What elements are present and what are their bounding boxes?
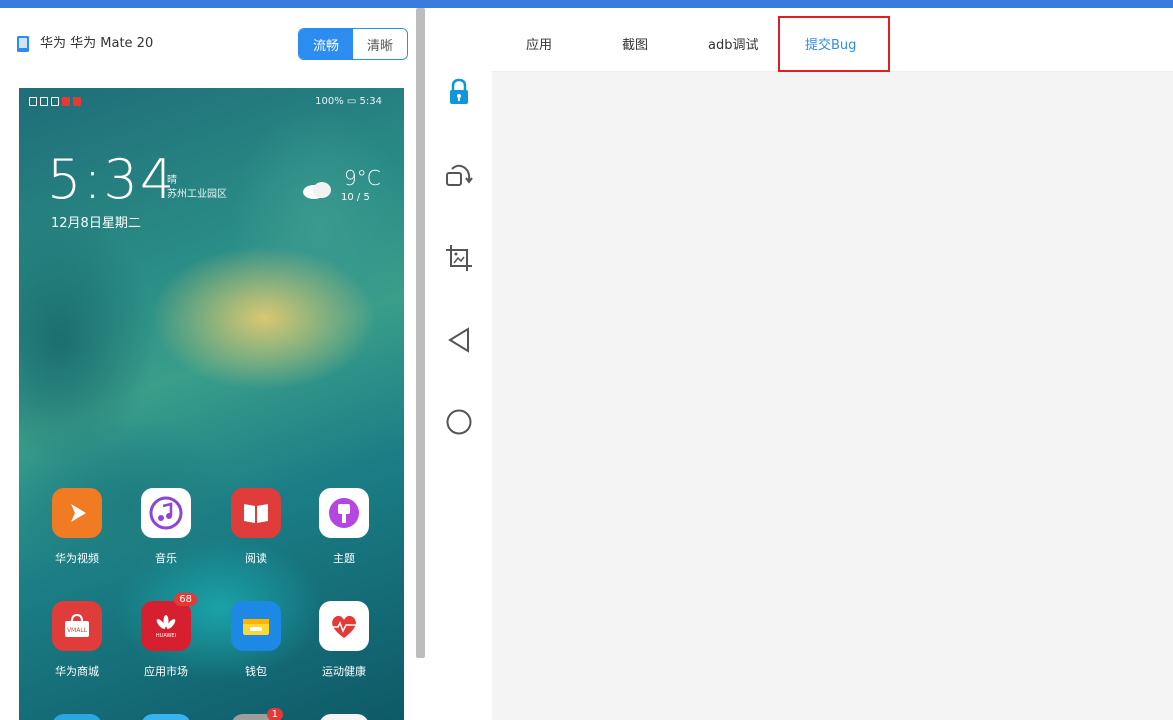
tab-adb-debug[interactable]: adb调试 xyxy=(708,34,758,53)
highlight-box xyxy=(778,16,890,72)
app-vmall[interactable]: VMALL 华为商城 xyxy=(47,601,107,681)
app-notify-icon xyxy=(73,97,81,106)
vmall-icon: VMALL xyxy=(52,601,102,651)
phone-status-bar: 100% ▭ 5:34 xyxy=(19,88,404,114)
cloud-icon xyxy=(303,182,331,199)
screenshot-crop-icon xyxy=(446,245,472,271)
app-health[interactable]: 运动健康 xyxy=(314,601,374,681)
tab-screenshot[interactable]: 截图 xyxy=(622,34,648,53)
app-label: 主题 xyxy=(333,552,355,565)
app-notify-icon xyxy=(62,97,70,106)
quality-toggle[interactable]: 流畅 清晰 xyxy=(298,28,408,60)
screenshot-button[interactable] xyxy=(443,242,475,274)
app-huawei-video[interactable]: 华为视频 xyxy=(47,488,107,568)
music-icon xyxy=(141,488,191,538)
clock-location: 晴 苏州工业园区 xyxy=(167,174,227,202)
health-heart-icon xyxy=(319,601,369,651)
notification-icon xyxy=(51,97,59,106)
status-icons xyxy=(29,97,81,106)
svg-text:HUAWEI: HUAWEI xyxy=(156,633,176,639)
home-circle-icon xyxy=(446,409,472,435)
sim-icon xyxy=(29,97,37,106)
device-name: 华为 华为 Mate 20 xyxy=(40,36,154,51)
dock-app-icon[interactable] xyxy=(52,714,102,720)
app-label: 华为视频 xyxy=(55,552,99,565)
appgallery-icon: HUAWEI 68 xyxy=(141,593,197,651)
app-label: 音乐 xyxy=(155,552,177,565)
panel-scrollbar[interactable] xyxy=(416,8,425,658)
date-text: 12月8日星期二 xyxy=(51,216,141,231)
wallet-icon xyxy=(231,601,281,651)
dock-app-icon[interactable]: 1 xyxy=(231,708,283,720)
quality-clear-button[interactable]: 清晰 xyxy=(353,29,407,59)
tab-apps[interactable]: 应用 xyxy=(526,34,552,53)
app-label: 应用市场 xyxy=(144,665,188,678)
notification-badge: 1 xyxy=(266,708,283,720)
home-button[interactable] xyxy=(443,406,475,438)
rotate-icon xyxy=(446,164,473,186)
phone-icon xyxy=(17,36,29,52)
weather-desc: 晴 xyxy=(167,175,177,186)
app-label: 阅读 xyxy=(245,552,267,565)
app-label: 钱包 xyxy=(245,665,267,678)
device-panel: 华为 华为 Mate 20 流畅 清晰 100% ▭ 5:34 5:34 晴 苏… xyxy=(0,8,418,720)
device-control-toolbar xyxy=(426,8,492,720)
dock-app-icon[interactable] xyxy=(319,714,369,720)
back-triangle-icon xyxy=(448,327,469,353)
svg-text:VMALL: VMALL xyxy=(67,627,88,634)
lock-button[interactable] xyxy=(443,76,475,108)
video-icon xyxy=(52,488,102,538)
app-label: 运动健康 xyxy=(322,665,366,678)
device-header: 华为 华为 Mate 20 流畅 清晰 xyxy=(0,8,418,80)
back-button[interactable] xyxy=(443,324,475,356)
battery-time: 100% ▭ 5:34 xyxy=(315,96,382,107)
dock-app-icon[interactable] xyxy=(141,714,191,720)
window-top-bar xyxy=(0,0,1173,8)
theme-brush-icon xyxy=(319,488,369,538)
app-themes[interactable]: 主题 xyxy=(314,488,374,568)
app-label: 华为商城 xyxy=(55,665,99,678)
phone-screen-mirror[interactable]: 100% ▭ 5:34 5:34 晴 苏州工业园区 12月8日星期二 9°C 1… xyxy=(19,88,404,720)
app-reading[interactable]: 阅读 xyxy=(226,488,286,568)
lock-icon xyxy=(450,78,468,104)
quality-smooth-button[interactable]: 流畅 xyxy=(299,29,353,59)
tab-content-area xyxy=(492,72,1173,720)
app-music[interactable]: 音乐 xyxy=(136,488,196,568)
tab-bar: 应用 截图 adb调试 提交Bug xyxy=(492,8,1173,72)
wifi-icon xyxy=(40,97,48,106)
location-text: 苏州工业园区 xyxy=(167,189,227,200)
rotate-button[interactable] xyxy=(443,159,475,191)
app-wallet[interactable]: 钱包 xyxy=(226,601,286,681)
weather-range: 10 / 5 xyxy=(341,192,370,203)
notification-badge: 68 xyxy=(174,593,197,606)
app-appgallery[interactable]: HUAWEI 68 应用市场 xyxy=(136,593,197,681)
weather-temp: 9°C xyxy=(344,166,381,190)
book-icon xyxy=(231,488,281,538)
clock: 5:34 xyxy=(47,148,177,211)
